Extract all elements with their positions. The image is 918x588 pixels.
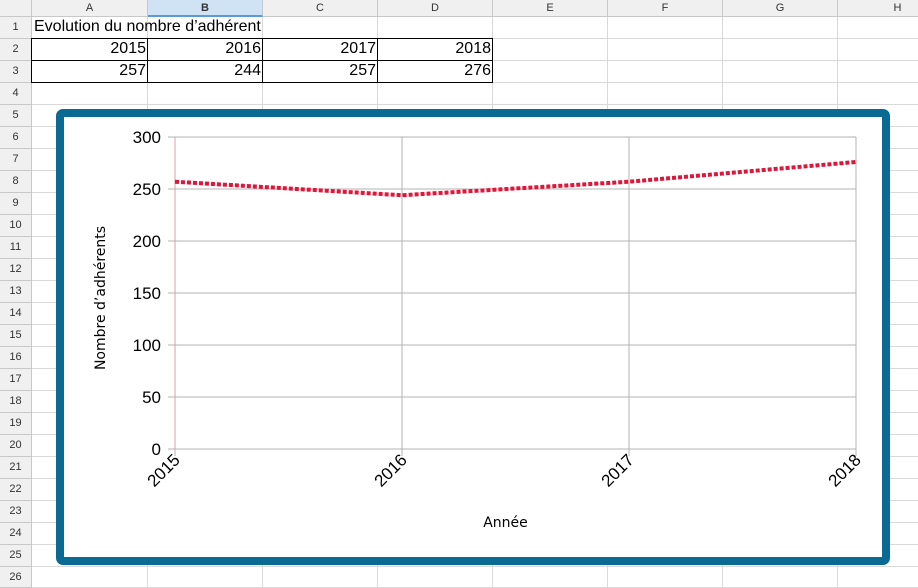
column-header-a[interactable]: A bbox=[32, 0, 148, 17]
cell-year[interactable]: 2015 bbox=[32, 39, 148, 61]
data-table-row-border bbox=[31, 60, 493, 61]
row-header-21[interactable]: 21 bbox=[0, 457, 32, 479]
row-header-17[interactable]: 17 bbox=[0, 369, 32, 391]
y-tick-label: 0 bbox=[152, 440, 161, 459]
row-header-18[interactable]: 18 bbox=[0, 391, 32, 413]
row-header-2[interactable]: 2 bbox=[0, 39, 32, 61]
cell-year[interactable]: 2017 bbox=[263, 39, 378, 61]
row-header-16[interactable]: 16 bbox=[0, 347, 32, 369]
row-header-26[interactable]: 26 bbox=[0, 567, 32, 588]
row-header-12[interactable]: 12 bbox=[0, 259, 32, 281]
cell-year[interactable]: 2016 bbox=[148, 39, 263, 61]
row-header-5[interactable]: 5 bbox=[0, 105, 32, 127]
row-header-22[interactable]: 22 bbox=[0, 479, 32, 501]
y-tick-label: 150 bbox=[133, 284, 161, 303]
line-chart: 0 50 100 150 200 250 300 2015 2016 2017 2018 Année N… bbox=[93, 128, 865, 531]
x-tick-label: 2016 bbox=[371, 450, 411, 490]
cell-count[interactable]: 257 bbox=[263, 61, 378, 83]
y-tick-label: 300 bbox=[133, 128, 161, 147]
row-header-6[interactable]: 6 bbox=[0, 127, 32, 149]
row-header-1[interactable]: 1 bbox=[0, 17, 32, 39]
y-tick-label: 50 bbox=[142, 388, 161, 407]
row-header-20[interactable]: 20 bbox=[0, 435, 32, 457]
column-header-c[interactable]: C bbox=[263, 0, 378, 17]
row-header-7[interactable]: 7 bbox=[0, 149, 32, 171]
column-header-h[interactable]: H bbox=[838, 0, 918, 17]
row-header-19[interactable]: 19 bbox=[0, 413, 32, 435]
row-header-3[interactable]: 3 bbox=[0, 61, 32, 83]
y-tick-label: 250 bbox=[133, 180, 161, 199]
column-header-d[interactable]: D bbox=[378, 0, 493, 17]
row-header-10[interactable]: 10 bbox=[0, 215, 32, 237]
y-tick-label: 200 bbox=[133, 232, 161, 251]
y-tick-label: 100 bbox=[133, 336, 161, 355]
select-all-corner[interactable] bbox=[0, 0, 32, 17]
cell-count[interactable]: 257 bbox=[32, 61, 148, 83]
x-tick-label: 2017 bbox=[598, 450, 638, 490]
column-header-g[interactable]: G bbox=[723, 0, 838, 17]
cell-a1-title[interactable]: Evolution du nombre d’adhérent bbox=[34, 17, 261, 39]
row-header-13[interactable]: 13 bbox=[0, 281, 32, 303]
row-header-14[interactable]: 14 bbox=[0, 303, 32, 325]
row-header-15[interactable]: 15 bbox=[0, 325, 32, 347]
x-tick-label: 2018 bbox=[825, 450, 865, 490]
x-tick-label: 2015 bbox=[144, 450, 184, 490]
cell-count[interactable]: 244 bbox=[148, 61, 263, 83]
row-header-8[interactable]: 8 bbox=[0, 171, 32, 193]
row-header-9[interactable]: 9 bbox=[0, 193, 32, 215]
chart-object[interactable]: 0 50 100 150 200 250 300 2015 2016 2017 2018 Année N… bbox=[56, 109, 890, 565]
series-line bbox=[174, 159, 857, 198]
row-header-4[interactable]: 4 bbox=[0, 83, 32, 105]
row-gridline bbox=[32, 104, 918, 105]
row-header-24[interactable]: 24 bbox=[0, 523, 32, 545]
cell-count[interactable]: 276 bbox=[378, 61, 493, 83]
row-header-23[interactable]: 23 bbox=[0, 501, 32, 523]
column-header-f[interactable]: F bbox=[608, 0, 723, 17]
row-header-25[interactable]: 25 bbox=[0, 545, 32, 567]
row-gridline bbox=[32, 566, 918, 567]
x-axis-title: Année bbox=[483, 515, 528, 531]
column-header-e[interactable]: E bbox=[493, 0, 608, 17]
column-header-b[interactable]: B bbox=[148, 0, 263, 17]
cell-year[interactable]: 2018 bbox=[378, 39, 493, 61]
y-axis-title: Nombre d’adhérents bbox=[93, 226, 109, 370]
row-header-11[interactable]: 11 bbox=[0, 237, 32, 259]
